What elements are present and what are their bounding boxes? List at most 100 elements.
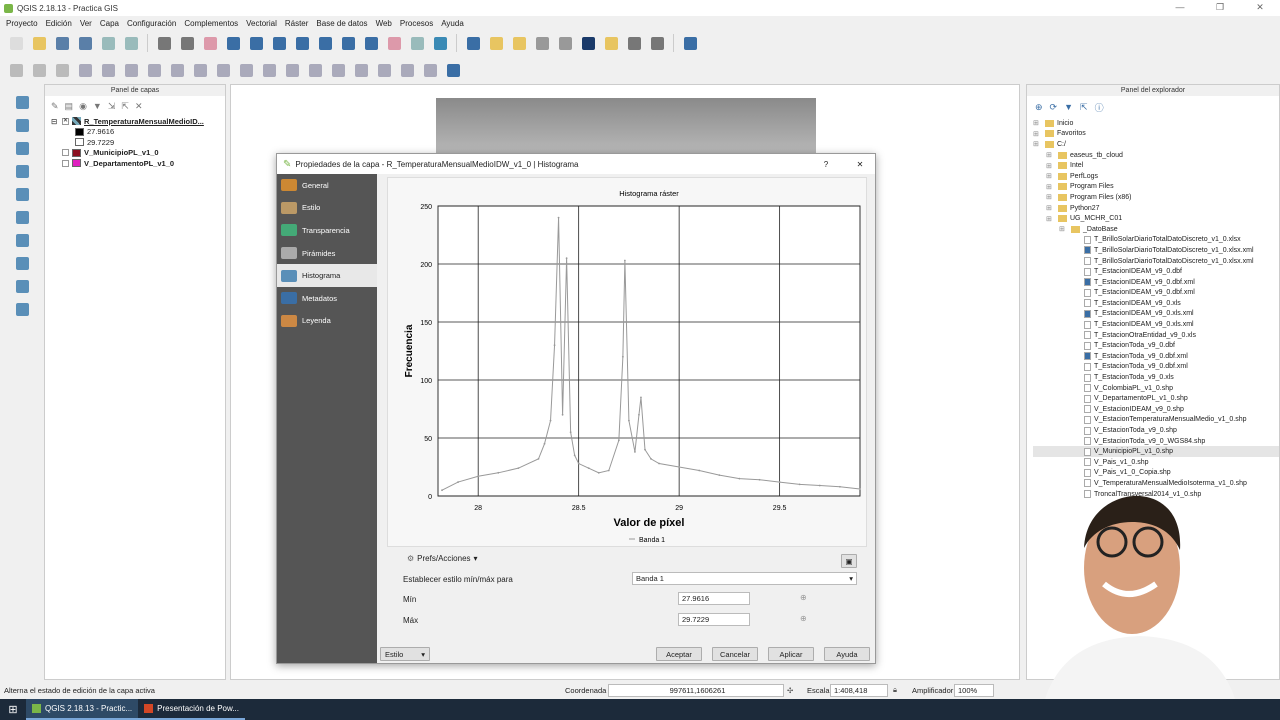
sidebar-item-estilo[interactable]: Estilo bbox=[277, 197, 377, 220]
style-icon[interactable]: ✎ bbox=[51, 101, 59, 112]
tree-item[interactable]: ⊞ easeus_tb_cloud bbox=[1033, 150, 1279, 161]
info-icon[interactable]: ⓘ bbox=[1095, 101, 1104, 114]
tree-item[interactable]: V_EstacionTemperaturaMensualMedio_v1_0.s… bbox=[1033, 415, 1279, 426]
band-select[interactable]: Banda 1 ▾ bbox=[632, 572, 857, 585]
layer-label-icon[interactable] bbox=[236, 60, 256, 80]
select-feature-icon[interactable] bbox=[486, 33, 506, 53]
zoom-selection-icon[interactable] bbox=[315, 33, 335, 53]
map-tips-icon[interactable] bbox=[601, 33, 621, 53]
tree-item[interactable]: V_ColombiaPL_v1_0.shp bbox=[1033, 383, 1279, 394]
menu-item[interactable]: Web bbox=[372, 19, 396, 28]
collapse-icon[interactable]: ⇱ bbox=[121, 101, 129, 112]
tree-item[interactable]: T_EstacionIDEAM_v9_0.xls.xml bbox=[1033, 319, 1279, 330]
new-project-icon[interactable] bbox=[6, 33, 26, 53]
expand-icon[interactable]: ⊞ bbox=[1033, 130, 1042, 138]
node-tool-icon[interactable] bbox=[98, 60, 118, 80]
style-button[interactable]: Estilo ▾ bbox=[380, 647, 430, 661]
label-icon[interactable] bbox=[213, 60, 233, 80]
deselect-icon[interactable] bbox=[509, 33, 529, 53]
coord-toggle-icon[interactable]: ✣ bbox=[787, 686, 793, 695]
metasearch-icon[interactable] bbox=[374, 60, 394, 80]
tree-item[interactable]: T_EstacionIDEAM_v9_0.dbf.xml bbox=[1033, 277, 1279, 288]
copy-icon[interactable] bbox=[167, 60, 187, 80]
paste-icon[interactable] bbox=[190, 60, 210, 80]
menu-item[interactable]: Complementos bbox=[180, 19, 242, 28]
layer-row[interactable]: V_DepartamentoPL_v1_0 bbox=[45, 158, 225, 169]
sidebar-item-histograma[interactable]: Histograma bbox=[277, 264, 377, 287]
sidebar-item-metadatos[interactable]: Metadatos bbox=[277, 287, 377, 310]
add-spatialite-layer-icon[interactable] bbox=[7, 253, 37, 273]
expand-icon[interactable]: ⊞ bbox=[1046, 151, 1055, 159]
tree-item[interactable]: T_EstacionToda_v9_0.dbf bbox=[1033, 340, 1279, 351]
menu-item[interactable]: Edición bbox=[42, 19, 76, 28]
accept-button[interactable]: Aceptar bbox=[656, 647, 702, 661]
add-group-icon[interactable]: ▤ bbox=[65, 101, 74, 112]
tree-item[interactable]: V_Pais_v1_0_Copia.shp bbox=[1033, 468, 1279, 479]
expand-icon[interactable]: ⊞ bbox=[1033, 140, 1042, 148]
tree-item[interactable]: T_EstacionToda_v9_0.dbf.xml bbox=[1033, 351, 1279, 362]
statistics-icon[interactable] bbox=[578, 33, 598, 53]
zoom-in-icon[interactable] bbox=[223, 33, 243, 53]
filter-icon[interactable]: ▼ bbox=[93, 101, 102, 111]
magnifier-field[interactable]: 100% bbox=[954, 683, 994, 697]
new-shapefile-icon[interactable] bbox=[7, 299, 37, 319]
tree-item[interactable]: ⊞ Python27 bbox=[1033, 203, 1279, 214]
zoom-out-icon[interactable] bbox=[246, 33, 266, 53]
wms-icon[interactable] bbox=[397, 60, 417, 80]
tree-item[interactable]: V_EstacionToda_v9_0_WGS84.shp bbox=[1033, 436, 1279, 447]
expand-icon[interactable]: ⊞ bbox=[1046, 204, 1055, 212]
change-label-icon[interactable] bbox=[351, 60, 371, 80]
tree-item[interactable]: T_BrilloSolarDiarioTotalDatoDiscreto_v1_… bbox=[1033, 245, 1279, 256]
menu-item[interactable]: Vectorial bbox=[242, 19, 281, 28]
tree-item[interactable]: T_EstacionToda_v9_0.xls bbox=[1033, 372, 1279, 383]
identify-icon[interactable] bbox=[463, 33, 483, 53]
python-icon[interactable] bbox=[443, 60, 463, 80]
tree-item[interactable]: ⊞ _DatoBase bbox=[1033, 224, 1279, 235]
add-delimited-text-icon[interactable] bbox=[7, 138, 37, 158]
tree-item[interactable]: ⊞ Program Files bbox=[1033, 182, 1279, 193]
expand-icon[interactable]: ⇲ bbox=[108, 101, 116, 112]
field-calculator-icon[interactable] bbox=[555, 33, 575, 53]
taskbar-item-powerpoint[interactable]: Presentación de Pow... bbox=[138, 699, 245, 720]
tree-item[interactable]: T_EstacionIDEAM_v9_0.xls.xml bbox=[1033, 309, 1279, 320]
menu-item[interactable]: Configuración bbox=[123, 19, 180, 28]
tree-item[interactable]: V_EstacionIDEAM_v9_0.shp bbox=[1033, 404, 1279, 415]
help-icon[interactable] bbox=[680, 33, 700, 53]
menu-item[interactable]: Procesos bbox=[396, 19, 437, 28]
save-icon[interactable]: ▣ bbox=[841, 554, 857, 568]
expand-icon[interactable]: ⊞ bbox=[1046, 215, 1055, 223]
layer-checkbox[interactable] bbox=[62, 159, 69, 167]
layer-checkbox[interactable] bbox=[62, 149, 69, 157]
tree-item[interactable]: T_BrilloSolarDiarioTotalDatoDiscreto_v1_… bbox=[1033, 256, 1279, 267]
sidebar-item-pirámides[interactable]: Pirámides bbox=[277, 242, 377, 265]
refresh-icon[interactable]: ⟳ bbox=[1050, 102, 1058, 113]
max-input[interactable]: 29.7229 bbox=[678, 613, 750, 626]
sidebar-item-leyenda[interactable]: Leyenda bbox=[277, 310, 377, 333]
tree-item[interactable]: V_MunicipioPL_v1_0.shp bbox=[1033, 446, 1279, 457]
tree-item[interactable]: T_BrilloSolarDiarioTotalDatoDiscreto_v1_… bbox=[1033, 235, 1279, 246]
save-as-icon[interactable] bbox=[75, 33, 95, 53]
layer-row[interactable]: 29.7229 bbox=[45, 137, 225, 148]
zoom-full-icon[interactable] bbox=[269, 33, 289, 53]
sidebar-item-general[interactable]: General bbox=[277, 174, 377, 197]
help-button[interactable]: Ayuda bbox=[824, 647, 870, 661]
expand-icon[interactable]: ⊞ bbox=[1046, 162, 1055, 170]
close-icon[interactable]: ✕ bbox=[845, 160, 875, 169]
add-icon[interactable]: ⊕ bbox=[1035, 102, 1043, 113]
expand-icon[interactable]: ⊞ bbox=[1033, 119, 1042, 127]
collapse-icon[interactable]: ⇱ bbox=[1080, 102, 1088, 113]
apply-button[interactable]: Aplicar bbox=[768, 647, 814, 661]
layer-row[interactable]: V_MunicipioPL_v1_0 bbox=[45, 148, 225, 159]
csw-icon[interactable] bbox=[420, 60, 440, 80]
cancel-button[interactable]: Cancelar bbox=[712, 647, 758, 661]
tree-item[interactable]: ⊞ UG_MCHR_C01 bbox=[1033, 213, 1279, 224]
zoom-last-icon[interactable] bbox=[338, 33, 358, 53]
add-vector-layer-icon[interactable] bbox=[7, 92, 37, 112]
tree-item[interactable]: T_EstacionOtraEntidad_v9_0.xls bbox=[1033, 330, 1279, 341]
tree-item[interactable]: ⊞ Program Files (x86) bbox=[1033, 192, 1279, 203]
help-icon[interactable]: ? bbox=[811, 160, 841, 169]
tree-item[interactable]: T_EstacionIDEAM_v9_0.xls bbox=[1033, 298, 1279, 309]
new-print-icon[interactable] bbox=[98, 33, 118, 53]
expand-icon[interactable]: ⊞ bbox=[1059, 225, 1068, 233]
refresh-icon[interactable] bbox=[430, 33, 450, 53]
